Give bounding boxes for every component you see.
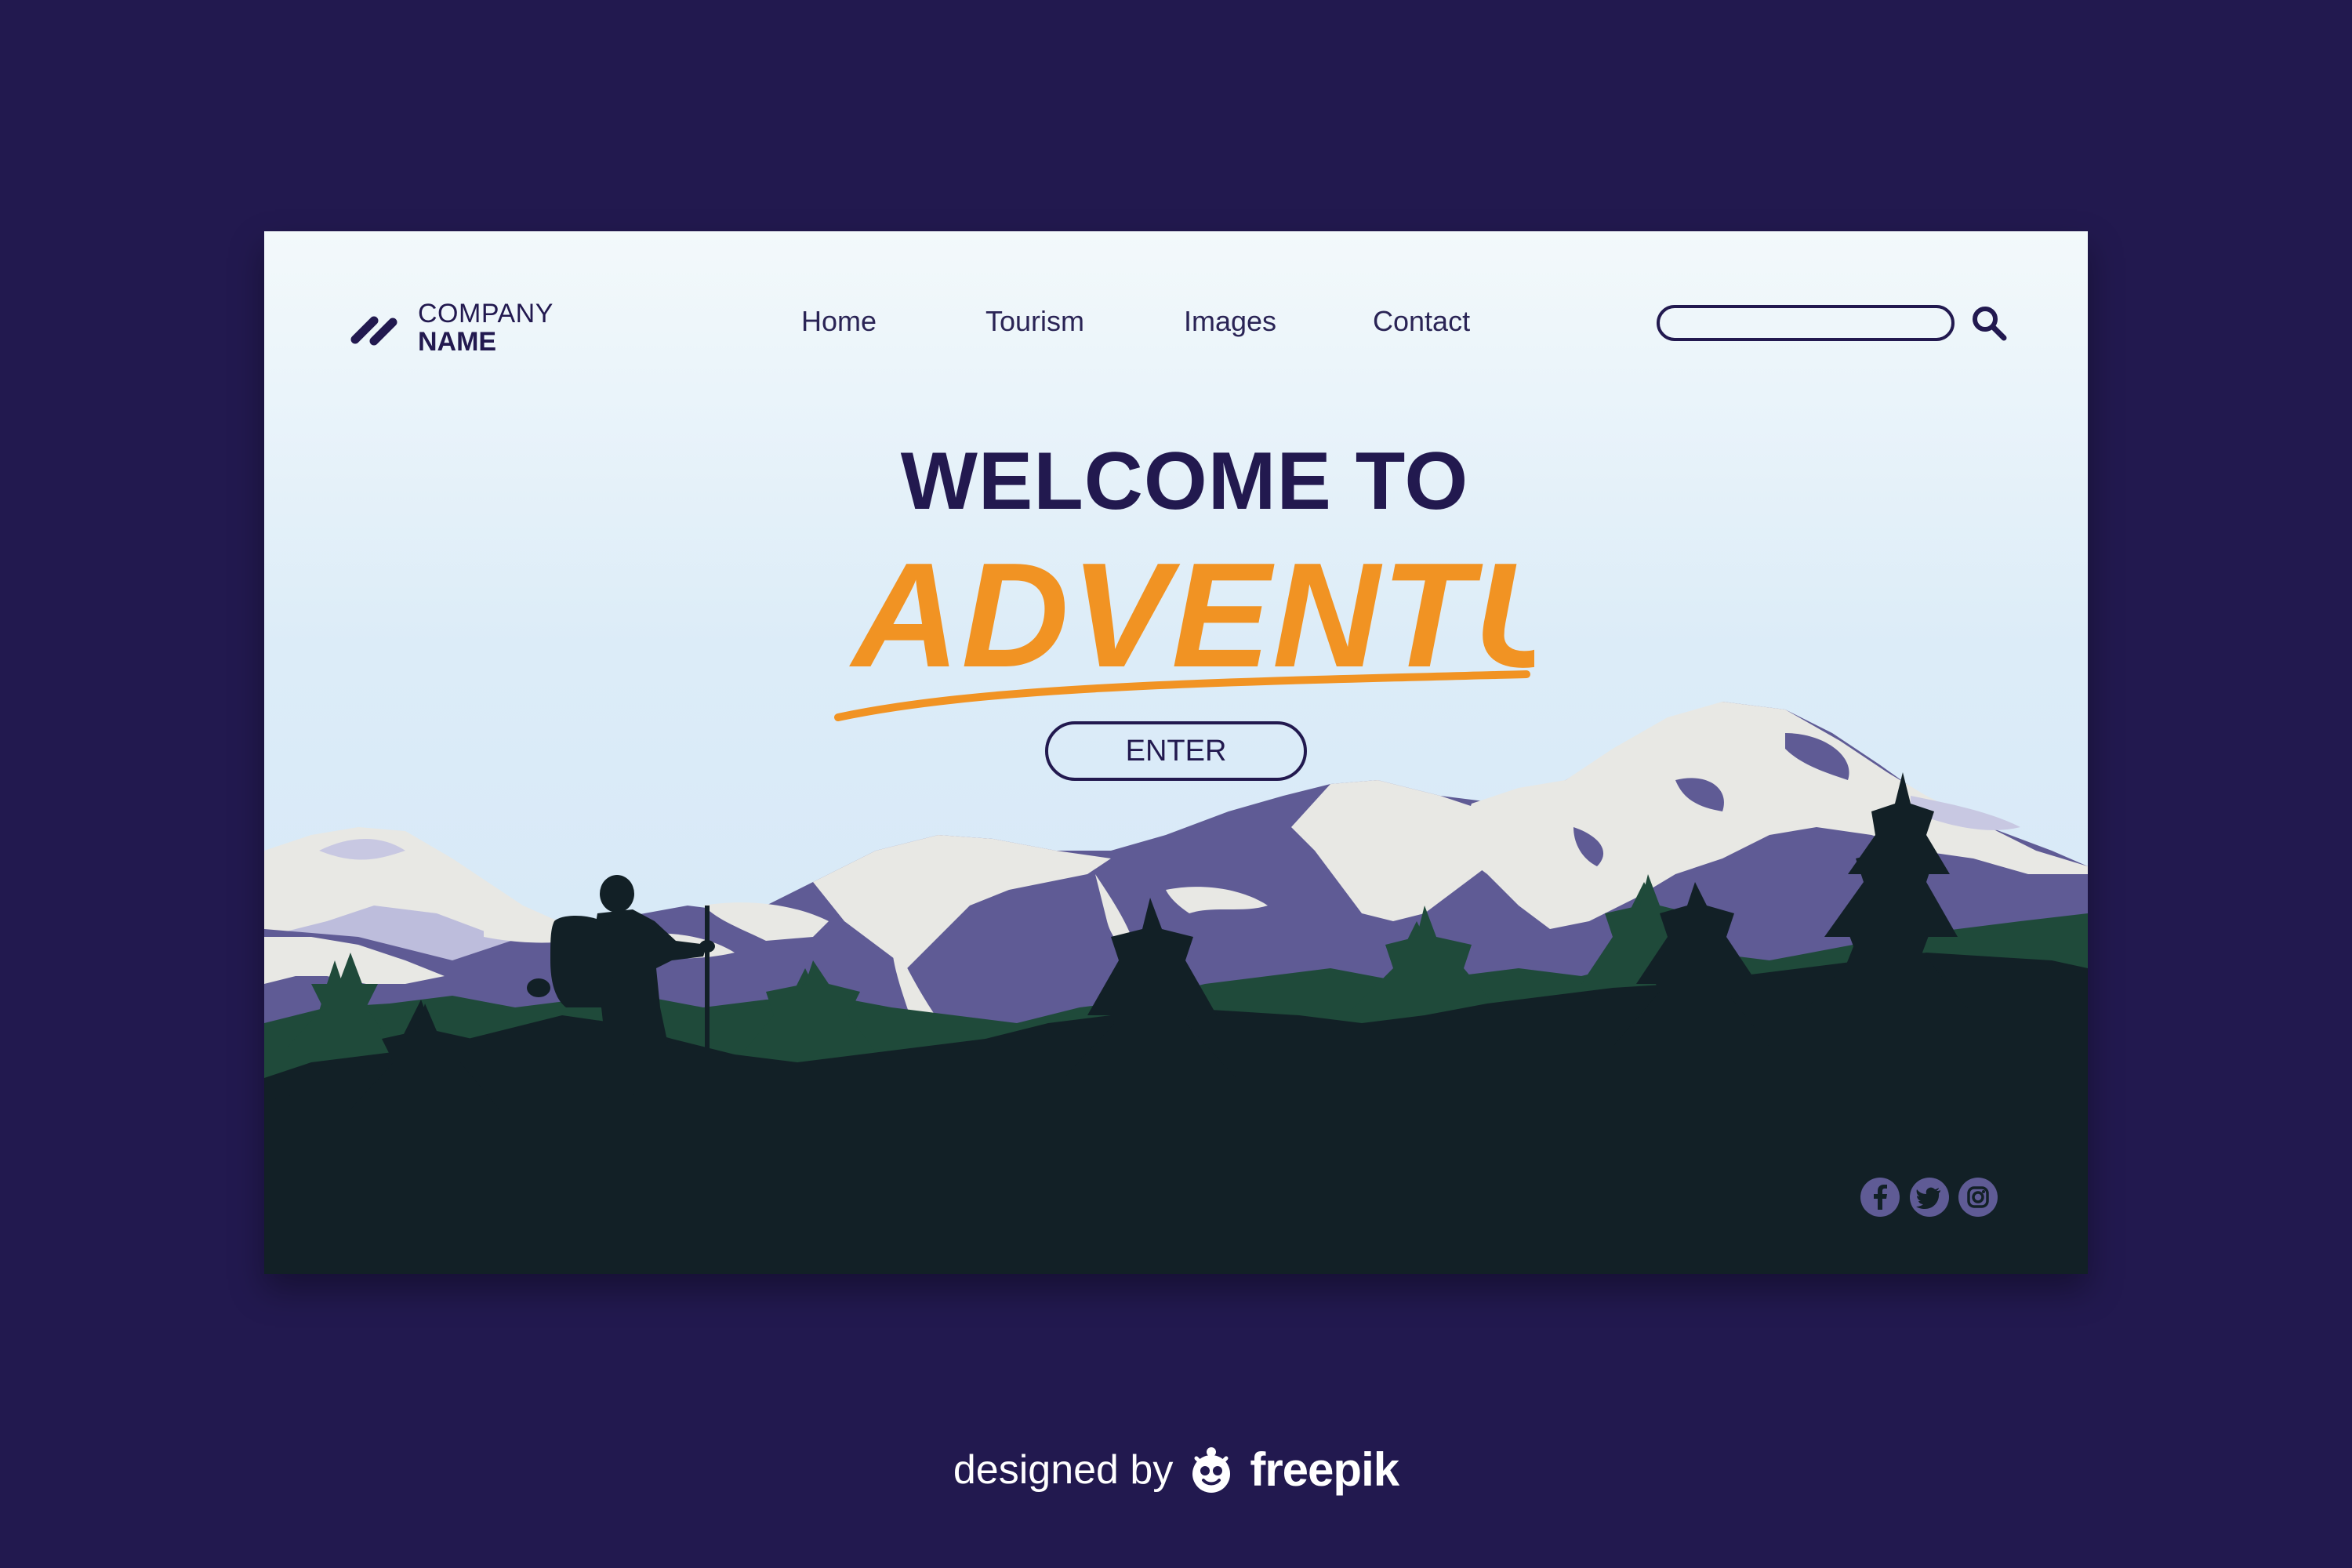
search-icon[interactable] xyxy=(1968,302,2012,346)
facebook-icon[interactable] xyxy=(1860,1177,1900,1218)
enter-button[interactable]: ENTER xyxy=(1045,721,1307,781)
landing-card: COMPANY NAME Home Tourism Images Contact… xyxy=(264,231,2088,1274)
search-input[interactable] xyxy=(1657,305,1955,341)
nav-item-tourism[interactable]: Tourism xyxy=(985,305,1084,338)
designer-credit: designed by freepik xyxy=(0,1443,2352,1497)
twitter-icon[interactable] xyxy=(1909,1177,1950,1218)
hero-adventure-script: ADVENTURE xyxy=(834,532,1534,721)
nav-item-images[interactable]: Images xyxy=(1184,305,1276,338)
instagram-icon[interactable] xyxy=(1958,1177,1998,1218)
credit-brand: freepik xyxy=(1250,1443,1399,1496)
credit-prefix: designed by xyxy=(953,1446,1174,1493)
nav-item-contact[interactable]: Contact xyxy=(1373,305,1470,338)
freepik-mascot-icon xyxy=(1192,1446,1231,1493)
nav-item-home[interactable]: Home xyxy=(801,305,877,338)
